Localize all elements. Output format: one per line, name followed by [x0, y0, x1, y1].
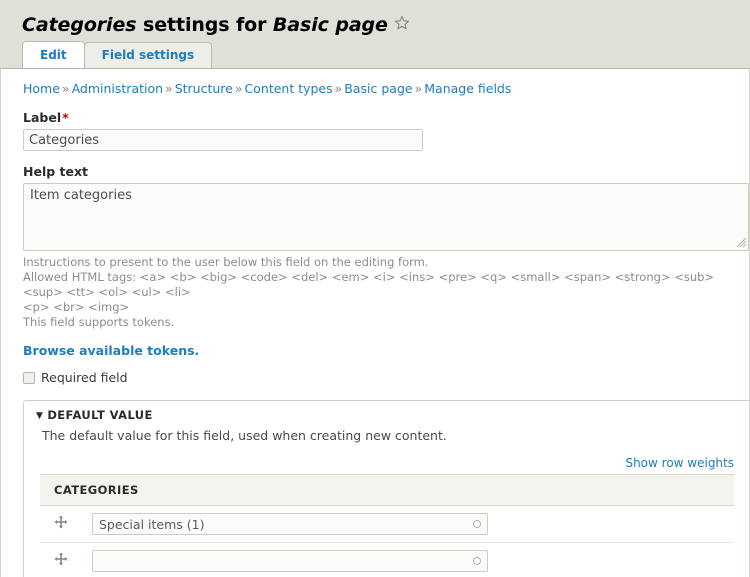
required-field-checkbox[interactable]	[23, 372, 35, 384]
table-column-header-categories: CATEGORIES	[40, 474, 734, 506]
default-value-autocomplete-1[interactable]	[92, 513, 488, 535]
default-value-description: The default value for this field, used w…	[42, 428, 447, 443]
breadcrumb: Home» Administration» Structure» Content ty…	[23, 69, 727, 97]
tab-bar: Edit Field settings	[22, 41, 213, 68]
breadcrumb-link-manage-fields[interactable]: Manage fields	[424, 81, 511, 96]
table-row	[40, 505, 734, 543]
table-row	[40, 542, 734, 577]
drag-handle-cell	[40, 505, 78, 543]
page-header: Categories settings for Basic page Edit …	[0, 0, 750, 68]
breadcrumb-separator: »	[414, 81, 423, 96]
help-text-label: Help text	[23, 164, 89, 179]
required-field-label[interactable]: Required field	[41, 371, 128, 385]
default-value-fieldset: ▼ DEFAULT VALUE The default value for thi…	[23, 400, 749, 577]
tab-edit[interactable]: Edit	[22, 41, 85, 68]
label-field-label-text: Label	[23, 110, 62, 125]
page-title-field-name: Categories	[22, 14, 137, 36]
label-form-item: Label*	[23, 110, 727, 151]
help-description-line-4: This field supports tokens.	[23, 315, 175, 329]
table-header-row: CATEGORIES	[40, 474, 734, 506]
page-title: Categories settings for Basic page	[0, 10, 750, 37]
categories-table: CATEGORIES	[40, 474, 734, 577]
content-area: Home» Administration» Structure» Content ty…	[0, 68, 750, 577]
drag-handle-cell	[40, 542, 78, 577]
tab-field-settings[interactable]: Field settings	[83, 42, 213, 68]
autocomplete-cell	[78, 542, 734, 577]
breadcrumb-link-basic-page[interactable]: Basic page	[344, 81, 412, 96]
star-outline-icon[interactable]	[394, 14, 410, 36]
label-input[interactable]	[23, 129, 423, 151]
page-title-bundle-name: Basic page	[272, 14, 388, 36]
default-value-legend[interactable]: ▼ DEFAULT VALUE	[24, 401, 749, 428]
breadcrumb-separator: »	[334, 81, 343, 96]
help-description-line-1: Instructions to present to the user belo…	[23, 255, 429, 269]
help-text-description: Instructions to present to the user belo…	[23, 255, 727, 330]
show-row-weights-row: Show row weights	[40, 450, 734, 474]
breadcrumb-link-home[interactable]: Home	[23, 81, 60, 96]
required-marker: *	[62, 110, 69, 125]
autocomplete-cell	[78, 505, 734, 543]
breadcrumb-separator: »	[234, 81, 243, 96]
label-field-label: Label*	[23, 110, 727, 125]
show-row-weights-link[interactable]: Show row weights	[625, 456, 734, 470]
breadcrumb-separator: »	[61, 81, 70, 96]
drag-handle-icon[interactable]	[54, 515, 68, 529]
help-text-textarea[interactable]: Item categories	[23, 183, 749, 251]
breadcrumb-link-content-types[interactable]: Content types	[245, 81, 333, 96]
help-description-line-2: Allowed HTML tags: <a> <b> <big> <code> …	[23, 270, 715, 299]
drag-handle-icon[interactable]	[54, 552, 68, 566]
chevron-down-icon[interactable]: ▼	[36, 411, 43, 421]
browse-available-tokens-link[interactable]: Browse available tokens.	[23, 343, 727, 358]
default-value-legend-text: DEFAULT VALUE	[47, 408, 153, 422]
help-text-form-item: Help text Item categories Instructions t…	[23, 164, 749, 330]
default-value-autocomplete-2[interactable]	[92, 550, 488, 572]
help-description-line-3: <p> <br> <img>	[23, 300, 130, 314]
breadcrumb-link-administration[interactable]: Administration	[72, 81, 163, 96]
breadcrumb-separator: »	[165, 81, 173, 96]
page-title-middle: settings for	[136, 14, 273, 36]
required-field-row: Required field	[23, 371, 727, 385]
breadcrumb-link-structure[interactable]: Structure	[175, 81, 233, 96]
